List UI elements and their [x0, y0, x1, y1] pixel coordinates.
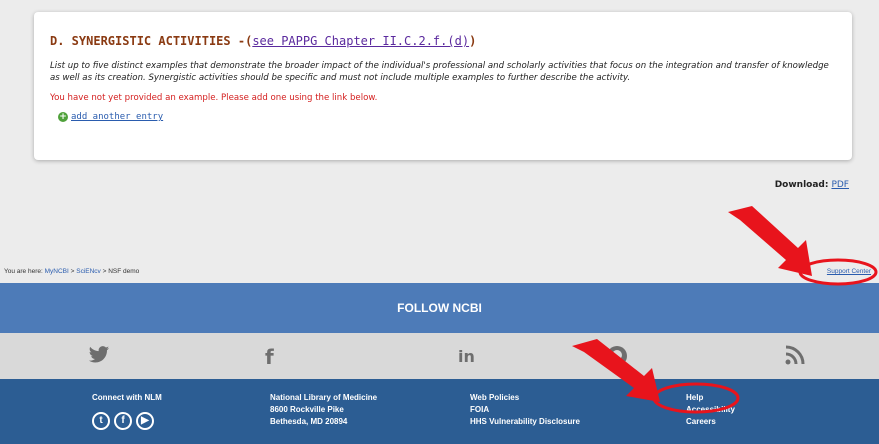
pappg-link[interactable]: see PAPPG Chapter II.C.2.f.(d): [252, 34, 469, 48]
section-title: D. SYNERGISTIC ACTIVITIES -(see PAPPG Ch…: [50, 34, 477, 48]
follow-ncbi-bar: FOLLOW NCBI: [0, 283, 879, 333]
accessibility-link[interactable]: Accessibility: [686, 405, 735, 414]
youtube-icon[interactable]: ▶: [136, 412, 154, 430]
help-link[interactable]: Help: [686, 393, 703, 402]
address-line: National Library of Medicine: [270, 393, 378, 402]
hhs-vulnerability-link[interactable]: HHS Vulnerability Disclosure: [470, 417, 580, 426]
twitter-icon[interactable]: t: [92, 412, 110, 430]
breadcrumb: You are here: MyNCBI > SciENcv > NSF dem…: [4, 268, 140, 275]
add-another-entry-link[interactable]: add another entry: [71, 112, 163, 122]
connect-column: Connect with NLM t f ▶: [92, 392, 162, 430]
download-pdf-link[interactable]: PDF: [831, 180, 849, 190]
add-entry-row[interactable]: + add another entry: [58, 112, 836, 122]
facebook-icon[interactable]: f: [265, 345, 274, 369]
foia-link[interactable]: FOIA: [470, 405, 489, 414]
download-row: Download: PDF: [774, 180, 849, 190]
synergistic-activities-card: D. SYNERGISTIC ACTIVITIES -(see PAPPG Ch…: [34, 12, 852, 160]
policies-column: Web Policies FOIA HHS Vulnerability Disc…: [470, 392, 580, 428]
address-column: National Library of Medicine 8600 Rockvi…: [270, 392, 377, 428]
connect-label: Connect with NLM: [92, 393, 162, 402]
address-line: Bethesda, MD 20894: [270, 417, 348, 426]
linkedin-icon[interactable]: in: [458, 347, 475, 366]
careers-link[interactable]: Careers: [686, 417, 716, 426]
breadcrumb-current: NSF demo: [108, 268, 140, 275]
red-arrow-icon: [728, 206, 812, 276]
rss-icon[interactable]: [785, 345, 805, 370]
facebook-icon[interactable]: f: [114, 412, 132, 430]
footer: Connect with NLM t f ▶ National Library of…: [0, 379, 879, 444]
web-policies-link[interactable]: Web Policies: [470, 393, 519, 402]
add-icon[interactable]: +: [58, 112, 68, 122]
support-center-link[interactable]: Support Center: [827, 268, 871, 275]
help-column: Help Accessibility Careers: [686, 392, 735, 428]
twitter-icon[interactable]: [88, 345, 110, 370]
github-icon[interactable]: [606, 345, 628, 372]
breadcrumb-sciencv[interactable]: SciENcv: [76, 268, 101, 275]
address-line: 8600 Rockville Pike: [270, 405, 344, 414]
social-icons-row: f in: [0, 333, 879, 379]
instructions-text: List up to five distinct examples that d…: [50, 61, 829, 83]
breadcrumb-myncbi[interactable]: MyNCBI: [45, 268, 69, 275]
no-example-warning: You have not yet provided an example. Pl…: [50, 93, 378, 103]
